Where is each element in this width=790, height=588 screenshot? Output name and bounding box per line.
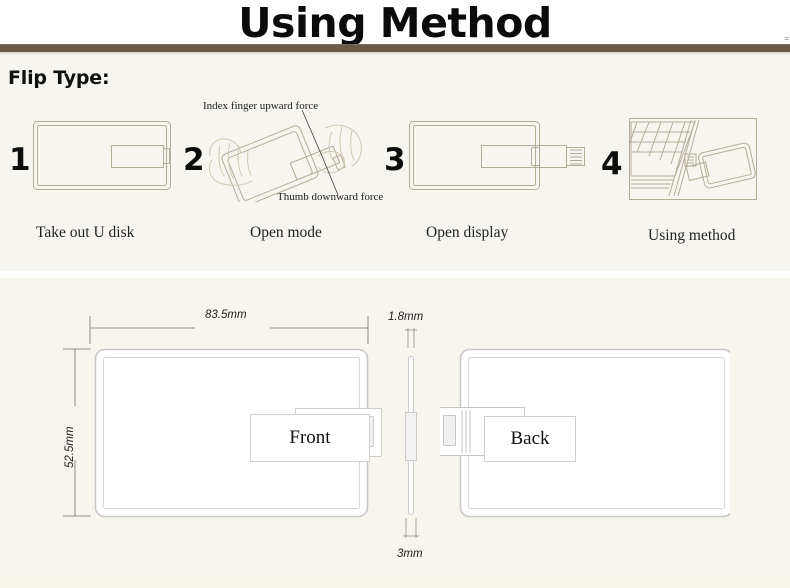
card-usb-extended-icon [409, 121, 599, 191]
back-face-label: Back [510, 428, 550, 449]
section-separator [0, 271, 790, 278]
side-thickness-dimension-label: 1.8mm [388, 311, 424, 323]
header-band: Using Method = [0, 0, 790, 47]
card-usb-closed-icon [33, 121, 175, 191]
front-height-dimension-label: 52.5mm [64, 426, 76, 468]
page-root: Using Method = Flip Type: 1 Take out U d… [0, 0, 790, 588]
flip-type-heading: Flip Type: [8, 67, 110, 89]
hand-flipping-card-icon [206, 110, 372, 202]
side-profile-drawing [396, 326, 430, 540]
side-connector-dimension-label: 3mm [397, 548, 423, 560]
page-title: Using Method [238, 0, 552, 47]
step-4-caption: Using method [648, 227, 736, 244]
front-face-label-band: Front [250, 414, 370, 462]
step-2-number: 2 [183, 142, 205, 178]
laptop-card-plugged-icon [629, 118, 757, 200]
header-edge-mark: = [784, 34, 789, 43]
page-bottom-strip [0, 582, 790, 588]
step-1-number: 1 [9, 142, 31, 178]
header-divider-rule [0, 44, 790, 52]
step-1-caption: Take out U disk [36, 224, 135, 241]
step-3-caption: Open display [426, 224, 509, 241]
step-3-number: 3 [384, 142, 406, 178]
front-width-dimension-label: 83.5mm [205, 309, 247, 321]
front-face-label: Front [289, 427, 331, 448]
step-2-caption: Open mode [250, 224, 322, 241]
back-face-label-band: Back [484, 416, 576, 462]
step-4-number: 4 [601, 146, 623, 182]
